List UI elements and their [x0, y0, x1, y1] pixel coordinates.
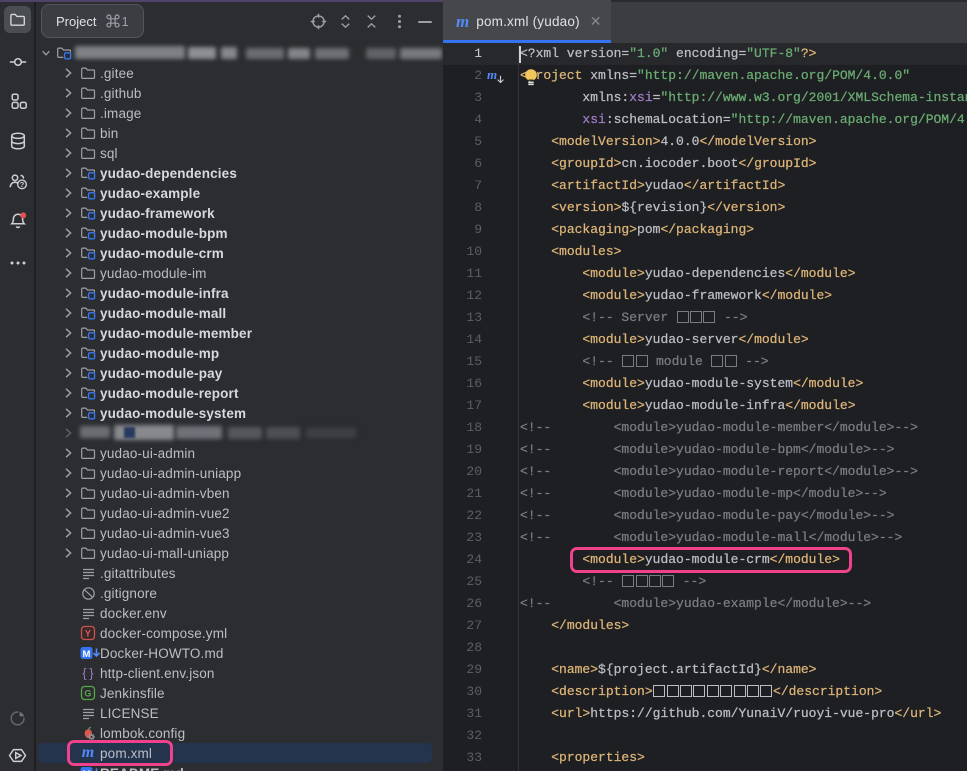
- svg-text:M: M: [82, 649, 90, 660]
- svg-text:?: ?: [19, 180, 24, 189]
- svg-text:G: G: [84, 689, 91, 699]
- svg-text:Y: Y: [85, 629, 91, 639]
- svg-text:{ }: { }: [82, 667, 93, 681]
